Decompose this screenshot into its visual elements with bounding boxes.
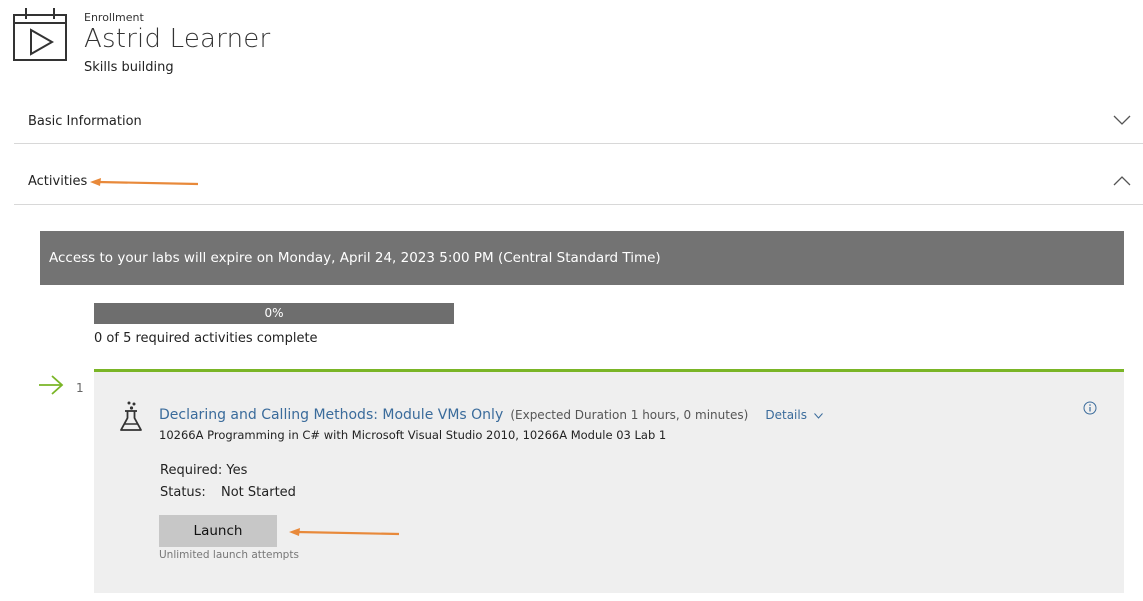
activity-number: 1 — [76, 381, 84, 395]
chevron-up-icon[interactable] — [1113, 175, 1131, 187]
status-label: Status: — [160, 485, 206, 500]
launch-attempts-note: Unlimited launch attempts — [159, 549, 299, 561]
accordion-activities[interactable]: Activities — [14, 144, 1143, 205]
chevron-down-icon[interactable] — [1113, 114, 1131, 126]
chevron-down-icon — [813, 412, 823, 419]
progress-bar: 0% — [94, 303, 454, 324]
details-toggle[interactable]: Details — [765, 408, 823, 422]
lab-expiry-banner: Access to your labs will expire on Monda… — [40, 231, 1124, 285]
details-label: Details — [765, 408, 807, 422]
activity-duration: (Expected Duration 1 hours, 0 minutes) — [510, 408, 749, 422]
status-value: Not Started — [221, 485, 296, 500]
lab-flask-icon — [120, 401, 142, 431]
arrow-right-icon — [39, 375, 64, 395]
launch-button[interactable]: Launch — [159, 515, 277, 547]
annotation-arrow — [90, 178, 199, 186]
lab-expiry-text: Access to your labs will expire on Monda… — [49, 250, 661, 266]
progress-percent: 0% — [264, 306, 284, 320]
activity-title-line: Declaring and Calling Methods: Module VM… — [159, 404, 823, 423]
annotation-arrow — [289, 528, 400, 536]
learner-name: Astrid Learner — [84, 24, 271, 54]
progress-summary: 0 of 5 required activities complete — [94, 331, 318, 346]
activity-title-link[interactable]: Declaring and Calling Methods: Module VM… — [159, 407, 503, 423]
info-icon[interactable] — [1083, 401, 1097, 415]
accordion-basic-information[interactable]: Basic Information — [14, 83, 1143, 144]
enrollment-subtitle: Skills building — [84, 60, 174, 75]
calendar-play-icon — [13, 8, 67, 61]
required-info: Required: Yes — [160, 463, 248, 478]
accordion-label: Activities — [28, 174, 88, 189]
accordion-label: Basic Information — [28, 114, 142, 129]
course-name: 10266A Programming in C# with Microsoft … — [159, 428, 667, 442]
enrollment-label: Enrollment — [84, 11, 144, 24]
